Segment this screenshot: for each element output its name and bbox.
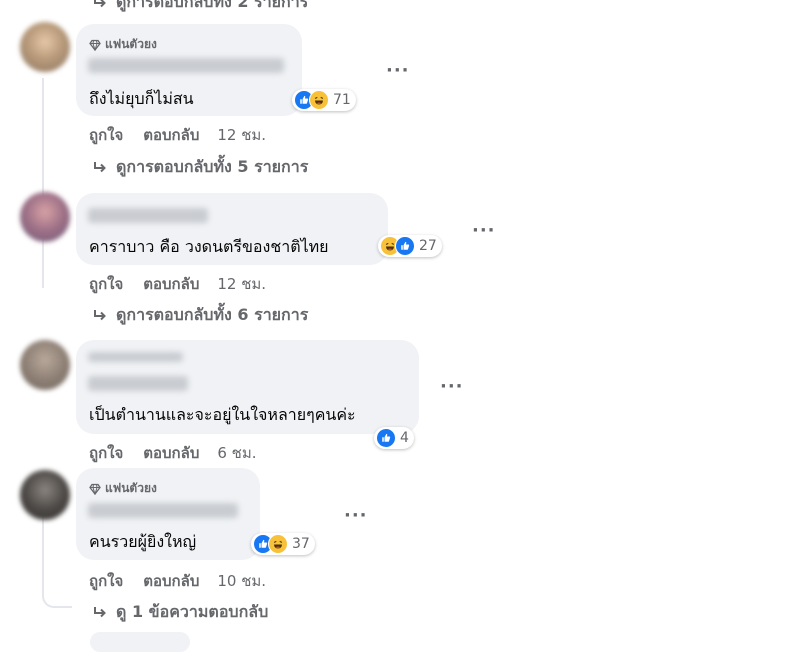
commenter-name[interactable] bbox=[88, 503, 238, 518]
comment-text: ถึงไม่ยุบก็ไม่สน bbox=[89, 89, 194, 108]
reaction-summary[interactable]: 27 bbox=[378, 235, 442, 257]
diamond-icon bbox=[89, 39, 101, 51]
badge-blurred bbox=[88, 352, 183, 362]
timestamp[interactable]: 12 ชม. bbox=[217, 123, 266, 147]
top-fan-badge: แฟนตัวยง bbox=[89, 479, 157, 498]
avatar[interactable] bbox=[20, 340, 70, 390]
commenter-name[interactable] bbox=[88, 58, 284, 73]
view-replies-link[interactable]: ดู 1 ข้อความตอบกลับ bbox=[92, 600, 268, 625]
reply-arrow-icon bbox=[92, 605, 108, 621]
diamond-icon bbox=[89, 483, 101, 495]
avatar[interactable] bbox=[20, 192, 70, 242]
like-action[interactable]: ถูกใจ bbox=[89, 123, 123, 147]
timestamp[interactable]: 6 ชม. bbox=[217, 441, 256, 465]
reaction-count: 37 bbox=[292, 536, 310, 552]
commenter-name[interactable] bbox=[88, 376, 188, 391]
timestamp[interactable]: 12 ชม. bbox=[217, 272, 266, 296]
reaction-summary[interactable]: 71 bbox=[292, 89, 356, 111]
reply-action[interactable]: ตอบกลับ bbox=[143, 569, 199, 593]
more-options-icon[interactable]: ··· bbox=[386, 60, 410, 81]
commenter-name[interactable] bbox=[88, 208, 208, 223]
badge-label: แฟนตัวยง bbox=[105, 37, 157, 51]
reaction-count: 4 bbox=[400, 430, 409, 446]
view-replies-label: ดู 1 ข้อความตอบกลับ bbox=[116, 602, 269, 621]
more-options-icon[interactable]: ··· bbox=[344, 505, 368, 526]
comment-text: คนรวยผู้ยิงใหญ่ bbox=[89, 532, 197, 551]
like-action[interactable]: ถูกใจ bbox=[89, 272, 123, 296]
haha-reaction-icon bbox=[309, 90, 329, 110]
reply-action[interactable]: ตอบกลับ bbox=[143, 441, 199, 465]
comment-actions: ถูกใจ ตอบกลับ 6 ชม. bbox=[89, 441, 257, 465]
more-options-icon[interactable]: ··· bbox=[440, 376, 464, 397]
comment-actions: ถูกใจ ตอบกลับ 12 ชม. bbox=[89, 272, 266, 296]
reaction-count: 27 bbox=[419, 238, 437, 254]
reaction-count: 71 bbox=[333, 92, 351, 108]
like-action[interactable]: ถูกใจ bbox=[89, 569, 123, 593]
avatar[interactable] bbox=[20, 470, 70, 520]
avatar[interactable] bbox=[20, 22, 70, 72]
reply-arrow-icon bbox=[92, 160, 108, 176]
view-replies-link-top[interactable]: ดูการตอบกลับทั้ง 2 รายการ bbox=[92, 0, 308, 15]
view-replies-label: ดูการตอบกลับทั้ง 6 รายการ bbox=[116, 305, 309, 324]
reply-action[interactable]: ตอบกลับ bbox=[143, 272, 199, 296]
comment-text: เป็นตำนานและจะอยู่ในใจหลายๆคนค่ะ bbox=[89, 405, 356, 424]
view-replies-label: ดูการตอบกลับทั้ง 5 รายการ bbox=[116, 157, 309, 176]
more-options-icon[interactable]: ··· bbox=[472, 220, 496, 241]
reply-arrow-icon bbox=[92, 308, 108, 324]
thread-line bbox=[42, 78, 44, 288]
view-replies-link[interactable]: ดูการตอบกลับทั้ง 5 รายการ bbox=[92, 155, 308, 180]
reply-action[interactable]: ตอบกลับ bbox=[143, 123, 199, 147]
view-replies-label: ดูการตอบกลับทั้ง 2 รายการ bbox=[116, 0, 309, 11]
reaction-summary[interactable]: 4 bbox=[374, 427, 414, 449]
comment-actions: ถูกใจ ตอบกลับ 12 ชม. bbox=[89, 123, 266, 147]
like-reaction-icon bbox=[376, 428, 396, 448]
like-action[interactable]: ถูกใจ bbox=[89, 441, 123, 465]
timestamp[interactable]: 10 ชม. bbox=[217, 569, 266, 593]
reply-arrow-icon bbox=[92, 0, 108, 11]
comment-actions: ถูกใจ ตอบกลับ 10 ชม. bbox=[89, 569, 266, 593]
next-comment-bubble-partial bbox=[90, 632, 190, 652]
top-fan-badge: แฟนตัวยง bbox=[89, 35, 157, 54]
comment-text: คาราบาว คือ วงดนตรีของชาติไทย bbox=[89, 237, 329, 256]
like-reaction-icon bbox=[395, 236, 415, 256]
haha-reaction-icon bbox=[268, 534, 288, 554]
reaction-summary[interactable]: 37 bbox=[251, 533, 315, 555]
view-replies-link[interactable]: ดูการตอบกลับทั้ง 6 รายการ bbox=[92, 303, 308, 328]
badge-label: แฟนตัวยง bbox=[105, 481, 157, 495]
